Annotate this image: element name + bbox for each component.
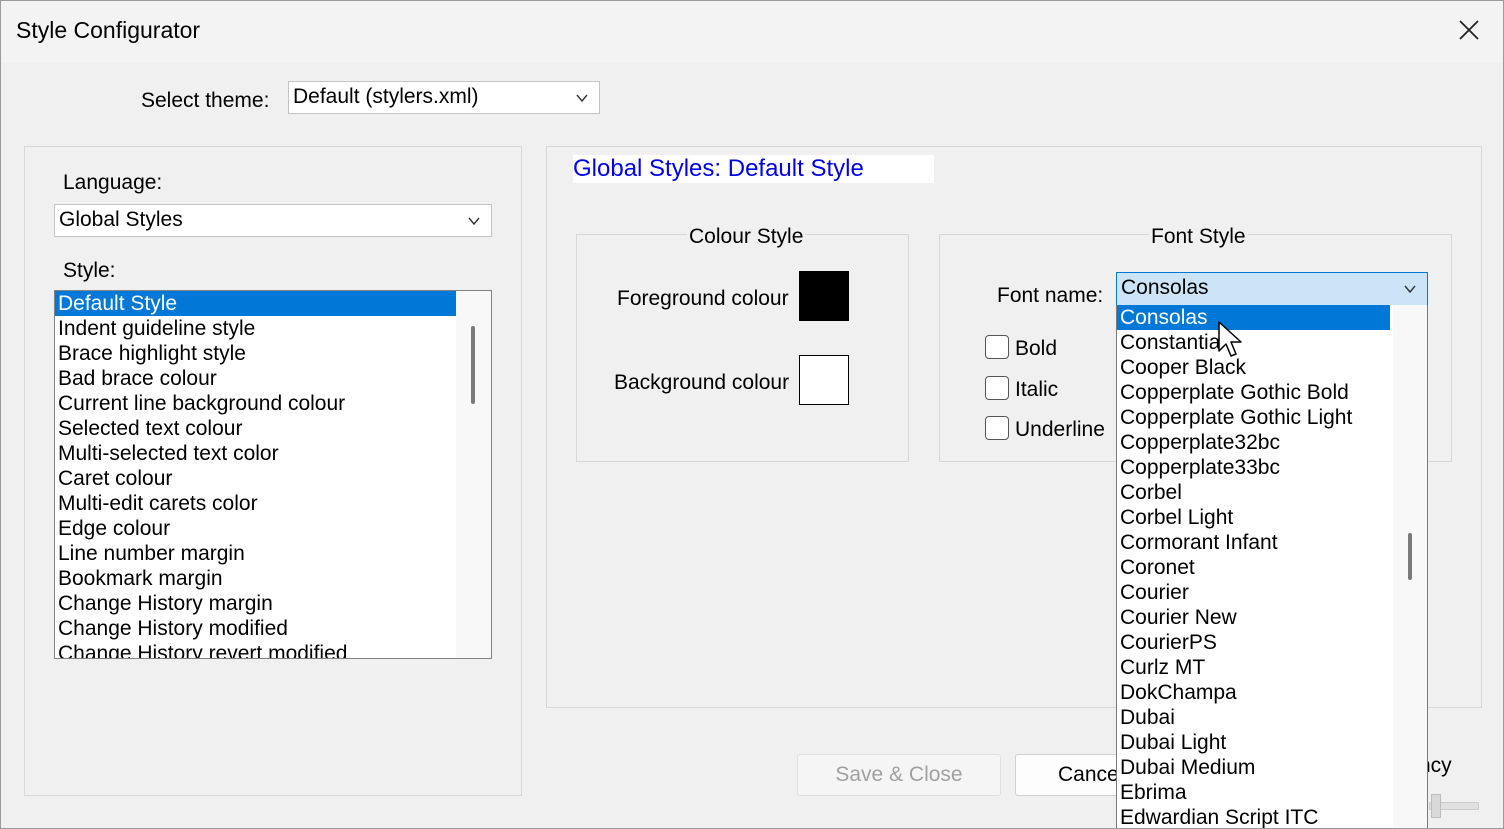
font-option[interactable]: Edwardian Script ITC bbox=[1117, 805, 1390, 828]
italic-checkbox[interactable] bbox=[985, 376, 1009, 400]
style-listbox[interactable]: Default Style Indent guideline style Brace… bbox=[54, 290, 492, 659]
font-option[interactable]: Dubai bbox=[1117, 705, 1390, 730]
style-configurator-dialog: Style Configurator Select theme: Default… bbox=[0, 0, 1504, 829]
style-list-item[interactable]: Change History margin bbox=[55, 591, 456, 616]
font-option[interactable]: Constantia bbox=[1117, 330, 1390, 355]
style-list-item[interactable]: Current line background colour bbox=[55, 391, 456, 416]
close-icon bbox=[1459, 20, 1479, 40]
style-list: Default Style Indent guideline style Brace… bbox=[55, 291, 456, 658]
italic-label: Italic bbox=[1015, 378, 1059, 401]
underline-checkbox[interactable] bbox=[985, 416, 1009, 440]
font-name-label: Font name: bbox=[997, 284, 1104, 307]
font-option[interactable]: Cooper Black bbox=[1117, 355, 1390, 380]
font-style-heading: Font Style bbox=[1149, 225, 1248, 249]
style-list-scroll-thumb[interactable] bbox=[471, 326, 475, 404]
chevron-down-icon bbox=[1404, 285, 1416, 294]
style-list-item[interactable]: Change History modified bbox=[55, 616, 456, 641]
font-option[interactable]: Dubai Medium bbox=[1117, 755, 1390, 780]
language-select[interactable]: Global Styles bbox=[54, 204, 492, 237]
theme-select[interactable]: Default (stylers.xml) bbox=[288, 81, 600, 114]
colour-style-heading: Colour Style bbox=[687, 225, 806, 249]
font-option[interactable]: Copperplate33bc bbox=[1117, 455, 1390, 480]
style-list-item[interactable]: Brace highlight style bbox=[55, 341, 456, 366]
background-colour-label: Background colour bbox=[614, 371, 790, 394]
style-list-scrollbar[interactable] bbox=[456, 291, 491, 658]
font-option[interactable]: Corbel bbox=[1117, 480, 1390, 505]
colour-style-group bbox=[576, 234, 909, 462]
language-label: Language: bbox=[63, 171, 163, 194]
font-option[interactable]: Courier bbox=[1117, 580, 1390, 605]
font-option[interactable]: CourierPS bbox=[1117, 630, 1390, 655]
font-list-scrollbar[interactable] bbox=[1393, 305, 1427, 828]
foreground-colour-swatch[interactable] bbox=[799, 271, 849, 321]
style-title: Global Styles: Default Style bbox=[573, 155, 934, 183]
cancel-button[interactable]: Cancel bbox=[1015, 754, 1125, 796]
style-list-item[interactable]: Line number margin bbox=[55, 541, 456, 566]
font-option[interactable]: Courier New bbox=[1117, 605, 1390, 630]
font-options: Consolas Constantia Cooper Black Copperplat… bbox=[1117, 305, 1427, 828]
style-list-item[interactable]: Multi-selected text color bbox=[55, 441, 456, 466]
font-option[interactable]: Cormorant Infant bbox=[1117, 530, 1390, 555]
chevron-down-icon bbox=[576, 94, 588, 103]
close-button[interactable] bbox=[1455, 16, 1483, 44]
style-list-item[interactable]: Multi-edit carets color bbox=[55, 491, 456, 516]
chevron-down-icon bbox=[468, 217, 480, 226]
title-bar: Style Configurator bbox=[1, 1, 1503, 63]
save-close-button[interactable]: Save & Close bbox=[797, 754, 1001, 796]
style-list-item[interactable]: Caret colour bbox=[55, 466, 456, 491]
style-list-item[interactable]: Default Style bbox=[55, 291, 456, 316]
language-select-value: Global Styles bbox=[59, 208, 183, 231]
font-option[interactable]: DokChampa bbox=[1117, 680, 1390, 705]
select-theme-label: Select theme: bbox=[141, 89, 270, 112]
font-option[interactable]: Consolas bbox=[1117, 305, 1390, 330]
theme-select-value: Default (stylers.xml) bbox=[293, 85, 479, 108]
font-name-dropdown-list[interactable]: Consolas Constantia Cooper Black Copperplat… bbox=[1116, 305, 1428, 828]
font-option[interactable]: Curlz MT bbox=[1117, 655, 1390, 680]
font-option[interactable]: Copperplate Gothic Light bbox=[1117, 405, 1390, 430]
font-option[interactable]: Copperplate Gothic Bold bbox=[1117, 380, 1390, 405]
transparency-slider-thumb[interactable] bbox=[1431, 794, 1441, 818]
font-name-select-value: Consolas bbox=[1121, 276, 1209, 299]
style-list-item[interactable]: Bookmark margin bbox=[55, 566, 456, 591]
bold-label: Bold bbox=[1015, 337, 1058, 360]
underline-label: Underline bbox=[1015, 418, 1105, 441]
style-list-item[interactable]: Change History revert modified bbox=[55, 641, 456, 658]
style-list-item[interactable]: Indent guideline style bbox=[55, 316, 456, 341]
window-title: Style Configurator bbox=[16, 17, 201, 43]
font-list-scroll-thumb[interactable] bbox=[1408, 533, 1412, 580]
style-list-item[interactable]: Edge colour bbox=[55, 516, 456, 541]
font-name-select[interactable]: Consolas bbox=[1116, 272, 1428, 306]
font-option[interactable]: Dubai Light bbox=[1117, 730, 1390, 755]
foreground-colour-label: Foreground colour bbox=[617, 287, 789, 310]
font-option[interactable]: Corbel Light bbox=[1117, 505, 1390, 530]
background-colour-swatch[interactable] bbox=[799, 355, 849, 405]
font-option[interactable]: Ebrima bbox=[1117, 780, 1390, 805]
font-option[interactable]: Coronet bbox=[1117, 555, 1390, 580]
style-list-item[interactable]: Selected text colour bbox=[55, 416, 456, 441]
bold-checkbox[interactable] bbox=[985, 335, 1009, 359]
font-option[interactable]: Copperplate32bc bbox=[1117, 430, 1390, 455]
style-label: Style: bbox=[63, 259, 116, 282]
style-list-item[interactable]: Bad brace colour bbox=[55, 366, 456, 391]
